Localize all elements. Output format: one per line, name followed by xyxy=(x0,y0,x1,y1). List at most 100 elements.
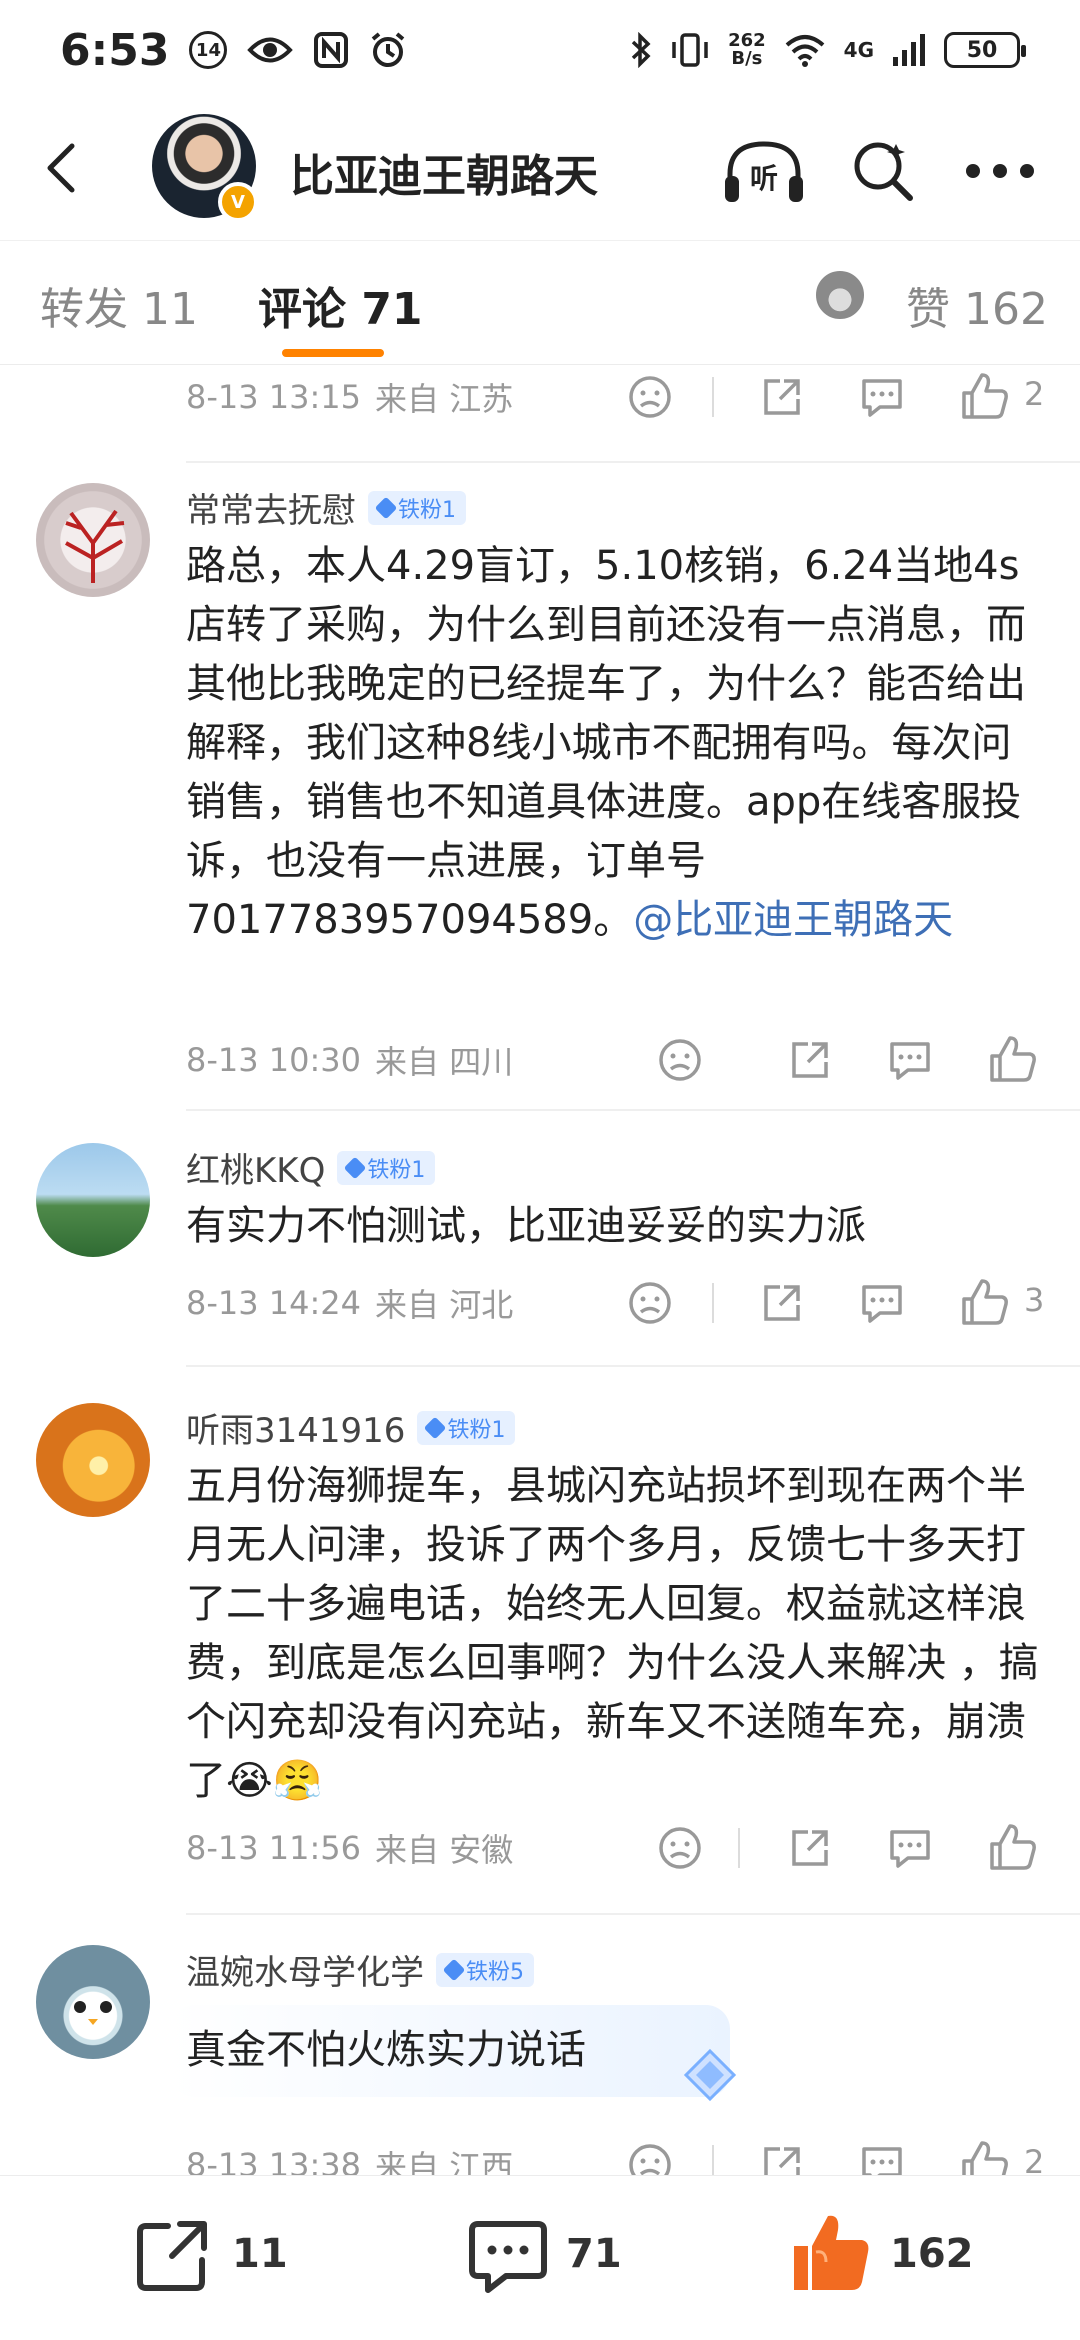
avatar-art xyxy=(65,509,125,583)
notification-14-icon: 14 xyxy=(189,31,228,69)
like-thumb-icon[interactable] xyxy=(988,1822,1038,1872)
diamond-icon xyxy=(424,1416,447,1439)
listen-headphone-icon[interactable]: 听 xyxy=(722,136,806,206)
comment-meta-row: 8-13 10:30 来自 四川 xyxy=(186,1030,1080,1090)
action-divider xyxy=(712,377,714,417)
tab-bar: 转发 11 评论 71 赞 162 xyxy=(0,240,1080,365)
fan-badge: 铁粉1 xyxy=(337,1150,436,1185)
share-icon[interactable] xyxy=(758,2141,806,2175)
header: V 比亚迪王朝路天 听 xyxy=(0,100,1080,240)
commenter-name-row: 温婉水母学化学 铁粉5 xyxy=(186,1945,534,1994)
network-type: 4G xyxy=(843,38,874,62)
listen-label: 听 xyxy=(750,162,778,195)
fan-badge: 铁粉5 xyxy=(436,1952,534,1987)
reply-icon[interactable] xyxy=(858,2141,906,2175)
like-thumb-icon[interactable] xyxy=(960,371,1010,421)
search-icon[interactable] xyxy=(850,138,916,204)
alarm-icon xyxy=(372,32,405,67)
active-tab-indicator xyxy=(282,349,384,357)
tab-repost[interactable]: 转发 11 xyxy=(40,273,198,337)
action-divider xyxy=(712,1283,714,1323)
dislike-icon[interactable] xyxy=(656,1824,704,1872)
back-arrow-icon[interactable] xyxy=(36,140,92,196)
comment-meta-row: 8-13 11:56 来自 安徽 xyxy=(186,1818,1080,1878)
comment-date: 8-13 10:30 xyxy=(186,1041,362,1079)
reply-icon[interactable] xyxy=(886,1036,934,1084)
comment-text: 有实力不怕测试，比亚迪妥妥的实力派 xyxy=(186,1203,866,1249)
status-bar: 6:53 14 262 B/s 4G 50 xyxy=(0,0,1080,100)
dislike-icon[interactable] xyxy=(656,1036,704,1084)
comment-meta-row: 8-13 13:15 来自 江苏 2 xyxy=(186,367,1080,427)
commenter-name-row: 听雨3141916 铁粉1 xyxy=(186,1403,516,1452)
commenter-avatar[interactable] xyxy=(36,483,150,597)
comment-location: 来自 江西 xyxy=(375,2148,514,2175)
commenter-name[interactable]: 常常去抚慰 xyxy=(186,483,356,532)
reply-icon[interactable] xyxy=(886,1824,934,1872)
diamond-icon xyxy=(442,1958,466,1981)
fan-badge-label: 铁粉1 xyxy=(447,1417,506,1443)
dislike-icon[interactable] xyxy=(626,2141,674,2175)
repost-count[interactable]: 11 xyxy=(232,2231,288,2277)
comment-text: 五月份海狮提车，县城闪充站损坏到现在两个半月无人问津，投诉了两个多月，反馈七十多… xyxy=(186,1463,1039,1804)
commenter-name[interactable]: 温婉水母学化学 xyxy=(186,1945,424,1994)
dislike-icon[interactable] xyxy=(626,373,674,421)
comment-list: 8-13 13:15 来自 江苏 2 常常去抚慰 铁粉1 路总，本人4.29盲订… xyxy=(0,365,1080,2175)
comment-icon[interactable] xyxy=(468,2218,548,2296)
tab-like[interactable]: 赞 162 xyxy=(906,273,1048,337)
comment-count[interactable]: 71 xyxy=(566,2231,622,2277)
comment-date: 8-13 13:38 xyxy=(186,2146,362,2175)
nfc-icon xyxy=(314,32,349,68)
like-thumb-icon[interactable] xyxy=(988,1034,1038,1084)
fan-badge-label: 铁粉1 xyxy=(398,497,456,523)
commenter-name[interactable]: 听雨3141916 xyxy=(186,1403,405,1452)
share-icon[interactable] xyxy=(758,373,806,421)
like-count: 3 xyxy=(1024,1281,1045,1319)
comment-location: 来自 四川 xyxy=(375,1043,514,1081)
mention-link[interactable]: @比亚迪王朝路天 xyxy=(633,897,953,943)
commenter-name-row: 红桃KKQ 铁粉1 xyxy=(186,1143,436,1192)
comment-date: 8-13 14:24 xyxy=(186,1284,362,1322)
tab-comment[interactable]: 评论 71 xyxy=(258,273,423,337)
dislike-icon[interactable] xyxy=(626,1279,674,1327)
reply-icon[interactable] xyxy=(858,1279,906,1327)
page-title[interactable]: 比亚迪王朝路天 xyxy=(290,140,598,204)
action-divider xyxy=(712,2145,714,2175)
like-thumb-icon[interactable] xyxy=(960,1277,1010,1327)
signal-icon xyxy=(893,34,925,66)
share-icon[interactable] xyxy=(786,1036,834,1084)
share-icon[interactable] xyxy=(786,1824,834,1872)
status-left: 6:53 14 xyxy=(60,25,407,76)
bluetooth-icon xyxy=(631,32,651,68)
commenter-name-row: 常常去抚慰 铁粉1 xyxy=(186,483,466,532)
fan-badge-label: 铁粉1 xyxy=(367,1157,426,1183)
comment-divider xyxy=(186,1365,1080,1367)
liker-avatar xyxy=(814,269,866,321)
comment-meta-row: 8-13 14:24 来自 河北 3 xyxy=(186,1273,1080,1333)
fan-badge: 铁粉1 xyxy=(417,1410,516,1445)
status-time: 6:53 xyxy=(60,24,170,76)
wifi-icon xyxy=(785,35,824,67)
commenter-avatar[interactable] xyxy=(36,1945,150,2059)
avatar-art xyxy=(74,2001,112,2025)
share-icon[interactable] xyxy=(758,1279,806,1327)
bottom-action-bar: 11 71 162 xyxy=(0,2175,1080,2340)
comment-text: 路总，本人4.29盲订，5.10核销，6.24当地4s店转了采购，为什么到目前还… xyxy=(186,537,1046,950)
like-total-count[interactable]: 162 xyxy=(890,2231,974,2277)
comment-text: 真金不怕火炼实力说话 xyxy=(186,2027,586,2073)
comment-date: 8-13 13:15 xyxy=(186,378,362,416)
commenter-avatar[interactable] xyxy=(36,1403,150,1517)
commenter-name[interactable]: 红桃KKQ xyxy=(186,1143,325,1192)
net-speed: 262 B/s xyxy=(728,32,766,68)
like-active-icon[interactable] xyxy=(790,2210,872,2294)
reply-icon[interactable] xyxy=(858,373,906,421)
diamond-icon xyxy=(374,496,398,519)
diamond-icon xyxy=(344,1156,367,1179)
like-thumb-icon[interactable] xyxy=(960,2139,1010,2175)
battery-indicator: 50 xyxy=(944,32,1026,68)
repost-icon[interactable] xyxy=(134,2216,212,2294)
more-options-icon[interactable] xyxy=(966,156,1034,186)
comment-divider xyxy=(186,1913,1080,1915)
action-divider xyxy=(738,1828,740,1868)
status-right: 262 B/s 4G 50 xyxy=(630,32,1026,68)
commenter-avatar[interactable] xyxy=(36,1143,150,1257)
